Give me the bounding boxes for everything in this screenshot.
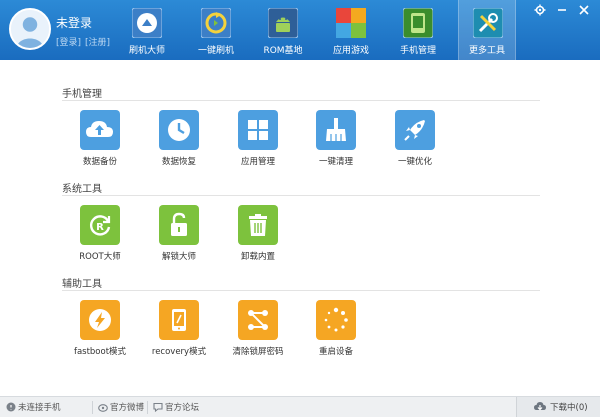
tile-label: 数据恢复 (161, 157, 196, 167)
status-divider (92, 401, 93, 414)
one-click-flash-icon (201, 8, 231, 38)
rocket-icon (404, 120, 425, 141)
broom-icon (326, 118, 346, 141)
weibo-icon (98, 402, 108, 412)
official-weibo-link[interactable]: 官方微博 (98, 401, 144, 413)
recovery-mode-button[interactable] (159, 300, 199, 340)
data-backup-button[interactable] (80, 110, 120, 150)
tile-label: 一键清理 (318, 157, 353, 167)
tile-label: 卸载内置 (240, 252, 275, 262)
section-title-system-tools: 系统工具 (62, 184, 102, 195)
connection-status-text: 未连接手机 (18, 403, 61, 413)
nav-label: 更多工具 (468, 46, 505, 56)
root-icon: R (89, 215, 111, 236)
nav-apps-games[interactable]: 应用游戏 (322, 0, 380, 60)
download-cloud-icon (533, 400, 547, 413)
one-click-optimize-button[interactable] (395, 110, 435, 150)
trash-icon (249, 214, 267, 236)
status-bar: 未连接手机 官方微博 官方论坛 下载中(0) (0, 396, 600, 417)
tile-label: 清除锁屏密码 (232, 347, 284, 357)
nav-label: 刷机大师 (128, 46, 165, 56)
official-forum-link[interactable]: 官方论坛 (153, 401, 199, 413)
clear-lock-password-button[interactable] (238, 300, 278, 340)
settings-gear-icon[interactable] (534, 4, 546, 16)
one-click-clean-button[interactable] (316, 110, 356, 150)
user-links: [登录] [注册] (56, 35, 110, 48)
nav-label: 应用游戏 (332, 46, 369, 56)
nav-label: 一键刷机 (197, 46, 234, 56)
login-link[interactable]: [登录] (56, 38, 81, 48)
tile-label: ROOT大师 (79, 252, 121, 262)
nav-label: 手机管理 (399, 46, 436, 56)
section-divider (62, 290, 540, 291)
tile-label: 应用管理 (240, 157, 275, 167)
app-grid-icon (248, 120, 268, 140)
recovery-phone-icon (172, 309, 186, 331)
download-count-label: 下载中(0) (550, 403, 588, 413)
fastboot-mode-button[interactable] (80, 300, 120, 340)
nav-rom-base[interactable]: ROM基地 (254, 0, 312, 60)
close-icon[interactable] (578, 4, 590, 16)
data-restore-button[interactable] (159, 110, 199, 150)
nav-label: ROM基地 (263, 46, 303, 56)
section-title-phone-manage: 手机管理 (62, 89, 102, 100)
tile-label: 重启设备 (318, 347, 353, 357)
flash-master-icon (132, 8, 162, 38)
lightning-icon (89, 309, 111, 331)
connection-status: 未连接手机 (6, 401, 61, 413)
apps-games-icon (336, 8, 366, 38)
forum-icon (153, 402, 163, 412)
more-tools-icon (473, 8, 503, 38)
weibo-link-text[interactable]: 官方微博 (110, 403, 144, 413)
uninstall-builtin-button[interactable] (238, 205, 278, 245)
download-manager-button[interactable]: 下载中(0) (516, 397, 600, 417)
status-divider (147, 401, 148, 414)
user-avatar[interactable] (9, 8, 51, 50)
default-user-icon (11, 10, 49, 48)
nav-more-tools[interactable]: 更多工具 (458, 0, 516, 60)
rom-android-icon (268, 8, 298, 38)
root-master-button[interactable]: R (80, 205, 120, 245)
tile-label: 数据备份 (82, 157, 117, 167)
section-title-aux-tools: 辅助工具 (62, 279, 102, 290)
register-link[interactable]: [注册] (85, 38, 110, 48)
tile-label: 解锁大师 (161, 252, 196, 262)
reboot-icon (324, 307, 348, 332)
user-name: 未登录 (56, 16, 93, 30)
nav-one-click-flash[interactable]: 一键刷机 (187, 0, 245, 60)
unlock-icon (171, 212, 187, 236)
tile-label: 一键优化 (397, 157, 432, 167)
clear-pattern-icon (248, 310, 268, 330)
app-manage-button[interactable] (238, 110, 278, 150)
clock-icon (168, 119, 190, 141)
tile-label: fastboot模式 (73, 347, 127, 357)
cloud-upload-icon (86, 121, 113, 137)
unlock-master-button[interactable] (159, 205, 199, 245)
nav-phone-manage[interactable]: 手机管理 (389, 0, 447, 60)
section-divider (62, 100, 540, 101)
svg-text:R: R (96, 222, 104, 233)
section-divider (62, 195, 540, 196)
nav-flash-master[interactable]: 刷机大师 (118, 0, 176, 60)
reboot-device-button[interactable] (316, 300, 356, 340)
forum-link-text[interactable]: 官方论坛 (165, 403, 199, 413)
tile-label: recovery模式 (151, 347, 207, 357)
phone-manage-icon (403, 8, 433, 38)
top-header: 未登录 [登录] [注册] 刷机大师 一键刷机 ROM基地 应用游戏 手机管理 (0, 0, 600, 60)
connection-status-icon (6, 402, 16, 412)
minimize-icon[interactable] (556, 4, 568, 16)
